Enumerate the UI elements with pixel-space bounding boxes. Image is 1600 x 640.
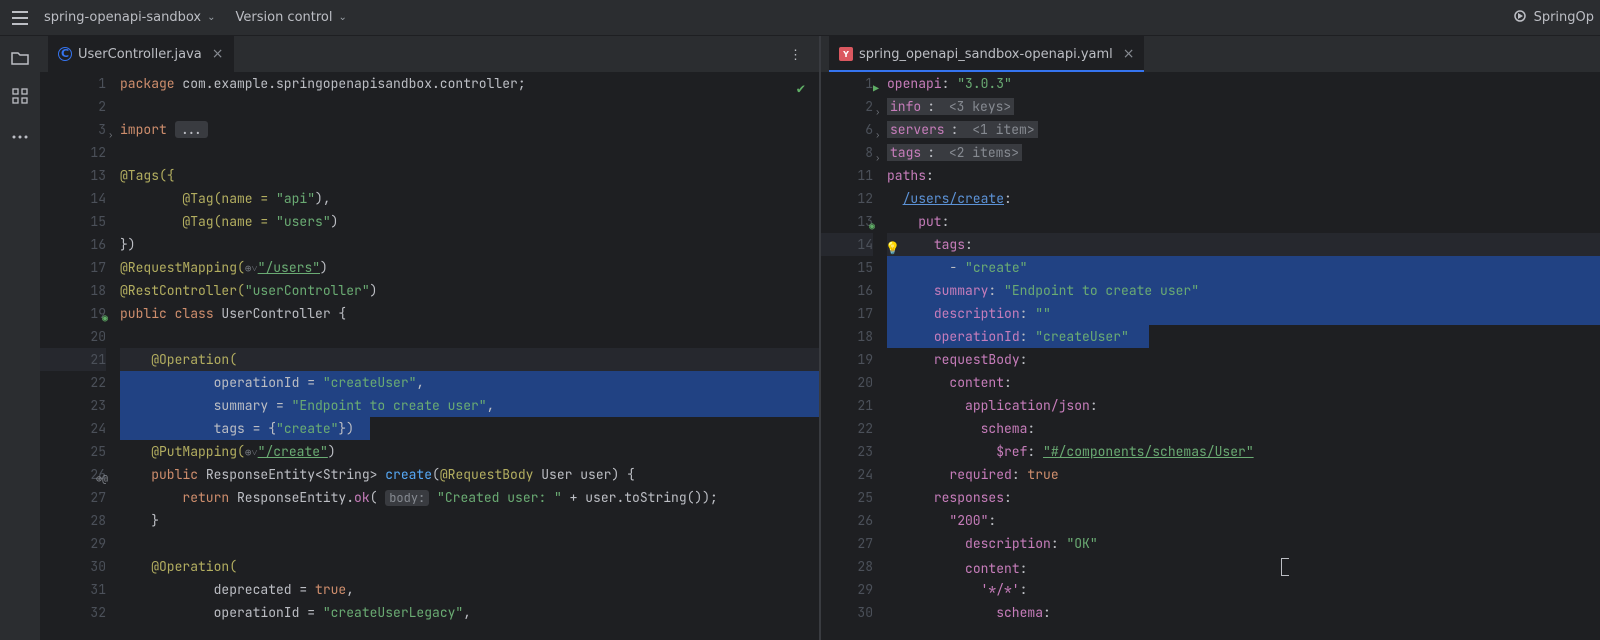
main-menu-icon[interactable]	[6, 11, 34, 25]
close-icon[interactable]: ×	[1123, 46, 1135, 62]
project-selector[interactable]: spring-openapi-sandbox ⌄	[34, 10, 226, 25]
more-tool-icon[interactable]	[12, 126, 28, 143]
project-tool-icon[interactable]	[11, 50, 29, 70]
run-config-selector[interactable]: SpringOp	[1512, 8, 1594, 28]
structure-tool-icon[interactable]	[12, 88, 28, 108]
tab-overflow-menu[interactable]: ⋮	[781, 46, 811, 63]
java-class-icon: C	[58, 47, 72, 61]
close-icon[interactable]: ×	[212, 46, 224, 62]
tab-label: spring_openapi_sandbox-openapi.yaml	[859, 47, 1113, 62]
code-editor-right[interactable]: 1▶ 2› 6› 8› 11 12 13◉ 14 15 16 17 18 19 …	[821, 72, 1600, 640]
left-toolbar	[0, 36, 40, 640]
project-name: spring-openapi-sandbox	[44, 10, 201, 25]
fold-icon[interactable]: ›	[875, 147, 880, 170]
editor-tabs-right: Y spring_openapi_sandbox-openapi.yaml ×	[821, 36, 1600, 72]
fold-icon[interactable]: ›	[875, 101, 880, 124]
chevron-down-icon: ⌄	[339, 12, 347, 23]
run-gutter-icon[interactable]: ▶	[873, 77, 879, 100]
fold-icon[interactable]: ›	[108, 124, 113, 147]
top-toolbar: spring-openapi-sandbox ⌄ Version control…	[0, 0, 1600, 36]
tab-usercontroller[interactable]: C UserController.java ×	[48, 36, 234, 72]
editor-pane-left: C UserController.java × ⋮ ✔ 1 2 3› 12 13…	[40, 36, 821, 640]
fold-icon[interactable]: ›	[875, 124, 880, 147]
gutter-left: 1 2 3› 12 13 14 15 16 17 18 19◉ 20 21 22…	[40, 72, 120, 640]
text-cursor	[1281, 558, 1289, 576]
code-editor-left[interactable]: ✔ 1 2 3› 12 13 14 15 16 17 18 19◉ 20 21 …	[40, 72, 819, 640]
run-config-name: SpringOp	[1534, 10, 1594, 25]
editor-pane-right: Y spring_openapi_sandbox-openapi.yaml × …	[821, 36, 1600, 640]
vcs-label: Version control	[236, 10, 333, 25]
yaml-file-icon: Y	[839, 47, 853, 61]
editor-tabs-left: C UserController.java × ⋮	[40, 36, 819, 72]
run-config-icon	[1512, 8, 1528, 28]
chevron-down-icon: ⌄	[207, 12, 215, 23]
vcs-menu[interactable]: Version control ⌄	[226, 10, 357, 25]
tab-openapi-yaml[interactable]: Y spring_openapi_sandbox-openapi.yaml ×	[829, 36, 1144, 72]
tab-label: UserController.java	[78, 47, 202, 62]
gutter-right: 1▶ 2› 6› 8› 11 12 13◉ 14 15 16 17 18 19 …	[821, 72, 887, 640]
